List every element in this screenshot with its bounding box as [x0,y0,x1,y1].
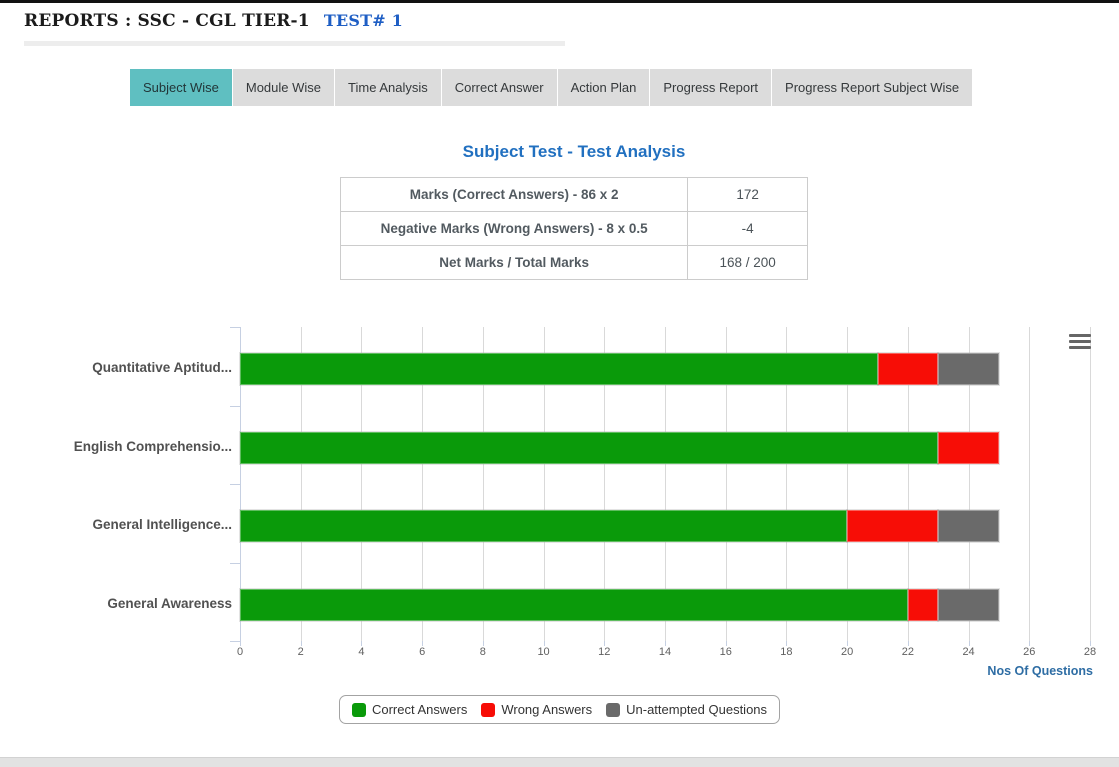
bar-segment-wrong-answers [908,589,938,621]
x-tick-label: 10 [524,646,564,658]
chart-legend-wrap: Correct Answers Wrong Answers Un-attempted… [0,695,1119,724]
table-row: Marks (Correct Answers) - 86 x 2 172 [341,178,808,212]
x-tick-label: 26 [1009,646,1049,658]
bar-segment-correct-answers [240,589,908,621]
legend-item-wrong-answers[interactable]: Wrong Answers [481,702,592,717]
top-border [0,0,1119,3]
tab-bar: Subject Wise Module Wise Time Analysis C… [130,69,973,106]
header-divider [24,41,565,46]
gridline [1090,327,1091,641]
chart-menu-icon[interactable] [1069,334,1091,352]
category-label: General Awareness [14,596,232,611]
marks-value: 172 [688,178,808,212]
x-tick-label: 20 [827,646,867,658]
x-tick-label: 28 [1070,646,1110,658]
tab-module-wise[interactable]: Module Wise [233,69,334,106]
bar-segment-un-attempted-questions [938,589,999,621]
chart-legend: Correct Answers Wrong Answers Un-attempted… [339,695,780,724]
bar-segment-correct-answers [240,353,878,385]
bar-segment-correct-answers [240,432,938,464]
gridline [1029,327,1030,641]
legend-swatch-correct-answers [352,703,366,717]
x-tick-label: 0 [220,646,260,658]
x-tick-label: 8 [463,646,503,658]
page-header: REPORTS : SSC - CGL TIER-1 TEST# 1 [24,11,403,31]
table-row: Negative Marks (Wrong Answers) - 8 x 0.5… [341,212,808,246]
tab-action-plan[interactable]: Action Plan [558,69,650,106]
negative-marks-label: Negative Marks (Wrong Answers) - 8 x 0.5 [341,212,688,246]
legend-swatch-wrong-answers [481,703,495,717]
legend-label: Wrong Answers [501,702,592,717]
negative-marks-value: -4 [688,212,808,246]
table-row: Net Marks / Total Marks 168 / 200 [341,246,808,280]
category-label: English Comprehensio... [14,439,232,454]
marks-label: Marks (Correct Answers) - 86 x 2 [341,178,688,212]
bar-segment-correct-answers [240,510,847,542]
page-title: REPORTS : SSC - CGL TIER-1 [24,11,310,31]
bar-segment-wrong-answers [878,353,939,385]
legend-label: Un-attempted Questions [626,702,767,717]
y-axis-tick [230,406,240,407]
x-tick-label: 24 [949,646,989,658]
x-tick-label: 4 [341,646,381,658]
category-label: Quantitative Aptitud... [14,360,232,375]
x-tick-label: 16 [706,646,746,658]
tab-subject-wise[interactable]: Subject Wise [130,69,232,106]
bar-segment-wrong-answers [847,510,938,542]
x-axis-title: Nos Of Questions [890,664,1093,678]
bottom-scrollbar[interactable] [0,757,1119,767]
y-axis-tick [230,327,240,328]
x-tick-label: 2 [281,646,321,658]
legend-item-un-attempted-questions[interactable]: Un-attempted Questions [606,702,767,717]
chart: 0246810121416182022242628Quantitative Ap… [0,320,1119,692]
tab-correct-answer[interactable]: Correct Answer [442,69,557,106]
x-tick-label: 14 [645,646,685,658]
net-marks-value: 168 / 200 [688,246,808,280]
marks-table: Marks (Correct Answers) - 86 x 2 172 Neg… [340,177,808,280]
y-axis-tick [230,563,240,564]
y-axis-tick [230,641,240,642]
bar-segment-un-attempted-questions [938,510,999,542]
test-number-link[interactable]: TEST# 1 [324,11,403,30]
legend-swatch-un-attempted-questions [606,703,620,717]
tab-progress-report[interactable]: Progress Report [650,69,771,106]
bar-segment-un-attempted-questions [938,353,999,385]
tab-progress-report-subject-wise[interactable]: Progress Report Subject Wise [772,69,972,106]
x-tick-label: 18 [766,646,806,658]
y-axis-tick [230,484,240,485]
x-tick-label: 6 [402,646,442,658]
bar-segment-wrong-answers [938,432,999,464]
x-tick-label: 22 [888,646,928,658]
legend-item-correct-answers[interactable]: Correct Answers [352,702,467,717]
legend-label: Correct Answers [372,702,467,717]
x-tick-label: 12 [584,646,624,658]
net-marks-label: Net Marks / Total Marks [341,246,688,280]
analysis-title: Subject Test - Test Analysis [340,142,808,162]
category-label: General Intelligence... [14,517,232,532]
tab-time-analysis[interactable]: Time Analysis [335,69,441,106]
